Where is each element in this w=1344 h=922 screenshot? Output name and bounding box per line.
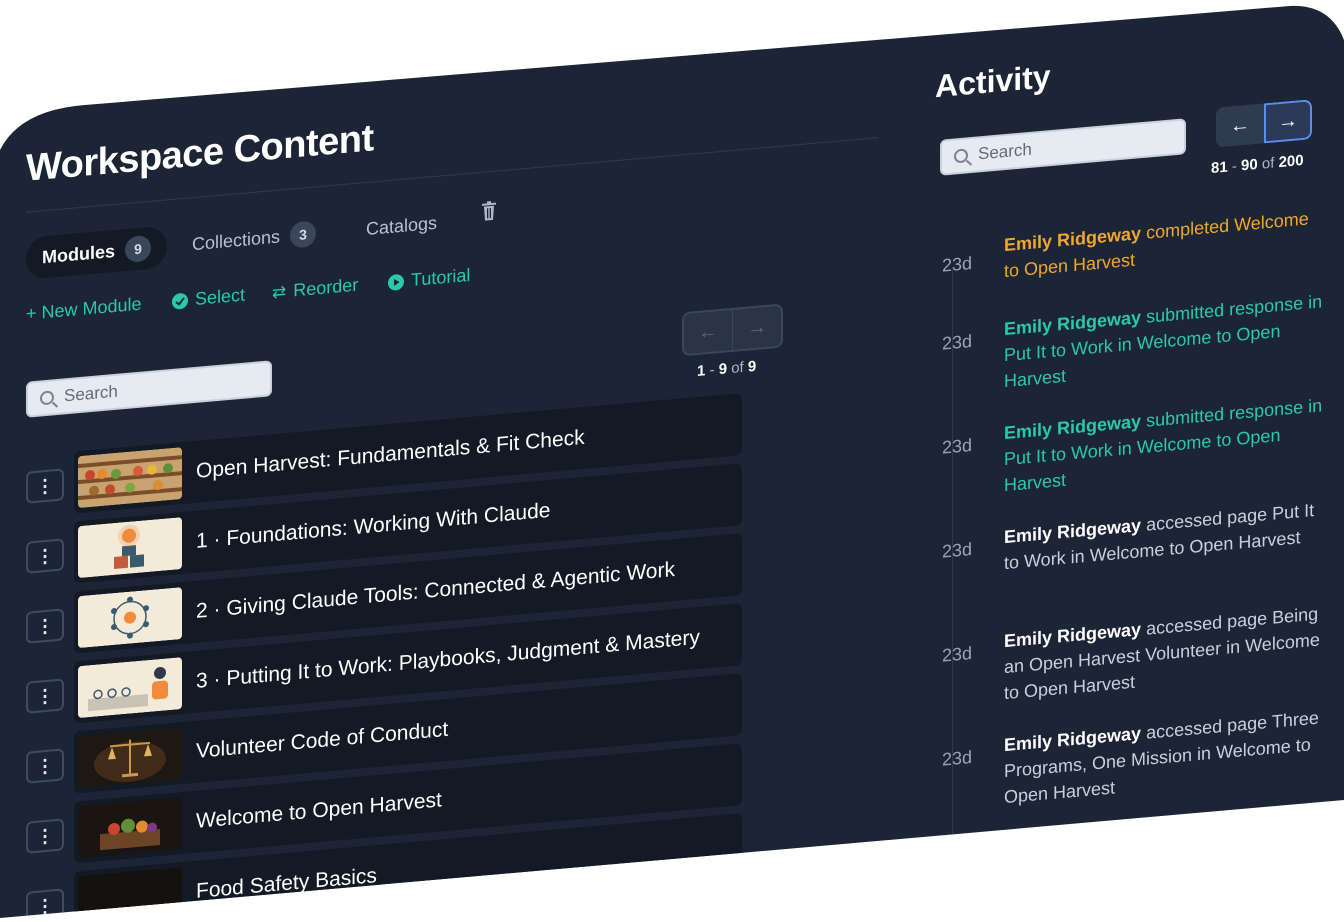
tab-modules[interactable]: Modules 9 — [26, 225, 167, 279]
module-thumbnail — [78, 447, 182, 508]
row-menu-button[interactable]: ⋮ — [26, 608, 64, 643]
tutorial-button[interactable]: Tutorial — [388, 265, 470, 293]
range-end: 9 — [718, 360, 728, 379]
range-start: 1 — [697, 362, 706, 381]
activity-item[interactable]: Emily Ridgeway accessed page Three Progr… — [1004, 704, 1324, 810]
activity-range: 81 - 90 of 200 — [1211, 151, 1304, 178]
range-of-label: of — [731, 358, 744, 378]
activity-search-input[interactable]: Search — [940, 118, 1186, 176]
module-title: 1 · Foundations: Working With Claude — [196, 498, 551, 553]
activity-age: 23d — [942, 642, 973, 666]
range-of-label: of — [1261, 154, 1275, 173]
activity-text: accessed page Being an Open Harvest Volu… — [1004, 603, 1320, 704]
activity-age: 23d — [942, 538, 973, 562]
tutorial-label: Tutorial — [411, 264, 471, 291]
prev-page-button[interactable]: ← — [684, 310, 733, 354]
module-pager: ← → — [682, 303, 783, 356]
activity-age: 23d — [942, 746, 973, 770]
next-page-button[interactable]: → — [733, 306, 781, 350]
activity-item[interactable]: Emily Ridgeway accessed page Being an Op… — [1004, 600, 1324, 706]
range-start: 81 — [1211, 158, 1228, 178]
module-title: Food Safety Basics — [196, 864, 377, 903]
more-vertical-icon: ⋮ — [36, 894, 54, 917]
tab-label: Modules — [42, 240, 116, 267]
trash-icon[interactable] — [481, 201, 497, 227]
activity-text: submitted response in Put It to Work in … — [1004, 395, 1323, 496]
module-thumbnail — [78, 587, 182, 648]
tilted-content: Workspace Content Modules 9 Collections … — [0, 0, 1344, 922]
swap-arrows-icon: ⇄ — [272, 281, 287, 302]
activity-age: 23d — [942, 330, 973, 354]
module-search-input[interactable]: Search — [26, 360, 272, 418]
select-button[interactable]: Select — [172, 285, 245, 312]
search-placeholder: Search — [64, 381, 118, 406]
new-module-label: + New Module — [26, 293, 142, 324]
tab-label: Catalogs — [366, 212, 438, 239]
activity-text: submitted response in Put It to Work in … — [1004, 291, 1323, 392]
activity-item[interactable]: Emily Ridgeway completed Welcome to Open… — [1004, 204, 1324, 284]
tab-count-badge: 9 — [125, 235, 151, 263]
arrow-right-icon: → — [747, 315, 767, 340]
reorder-button[interactable]: ⇄ Reorder — [272, 275, 358, 304]
more-vertical-icon: ⋮ — [36, 614, 54, 637]
activity-item[interactable]: Emily Ridgeway submitted response in Put… — [1004, 392, 1324, 498]
scene: Workspace Content Modules 9 Collections … — [0, 0, 1344, 922]
arrow-right-icon: → — [1278, 108, 1298, 133]
more-vertical-icon: ⋮ — [36, 474, 54, 497]
more-vertical-icon: ⋮ — [36, 754, 54, 777]
search-icon — [40, 390, 54, 405]
play-circle-icon — [388, 273, 404, 290]
select-label: Select — [195, 284, 246, 309]
activity-age: 23d — [942, 434, 973, 458]
tab-collections[interactable]: Collections 3 — [192, 212, 316, 265]
more-vertical-icon: ⋮ — [36, 824, 54, 847]
row-menu-button[interactable]: ⋮ — [26, 888, 64, 922]
module-thumbnail — [78, 867, 182, 922]
more-vertical-icon: ⋮ — [36, 544, 54, 567]
module-title: Welcome to Open Harvest — [196, 788, 442, 833]
row-menu-button[interactable]: ⋮ — [26, 818, 64, 853]
search-placeholder: Search — [978, 139, 1032, 164]
module-thumbnail — [78, 727, 182, 788]
row-menu-button[interactable]: ⋮ — [26, 678, 64, 713]
module-range: 1 - 9 of 9 — [697, 357, 757, 381]
app-panel: Workspace Content Modules 9 Collections … — [0, 0, 1344, 922]
page-title: Workspace Content — [26, 117, 374, 190]
row-menu-button[interactable]: ⋮ — [26, 468, 64, 503]
prev-page-button[interactable]: ← — [1216, 103, 1264, 147]
module-thumbnail — [78, 797, 182, 858]
arrow-left-icon: ← — [1230, 113, 1250, 137]
activity-title: Activity — [935, 58, 1051, 105]
activity-pager: ← → — [1216, 99, 1312, 147]
module-title: Volunteer Code of Conduct — [196, 717, 449, 763]
range-end: 90 — [1241, 155, 1258, 175]
new-module-button[interactable]: + New Module — [26, 294, 142, 325]
search-icon — [954, 148, 968, 163]
activity-item[interactable]: Emily Ridgeway accessed page Put It to W… — [1004, 496, 1324, 576]
row-menu-button[interactable]: ⋮ — [26, 538, 64, 573]
module-title: Open Harvest: Fundamentals & Fit Check — [196, 425, 585, 483]
activity-item[interactable]: Emily Ridgeway submitted response in Put… — [1004, 288, 1324, 394]
activity-text: accessed page Three Programs, One Missio… — [1004, 707, 1319, 808]
tab-catalogs[interactable]: Catalogs — [366, 202, 437, 250]
more-vertical-icon: ⋮ — [36, 684, 54, 707]
reorder-label: Reorder — [293, 274, 359, 301]
next-page-button[interactable]: → — [1264, 99, 1312, 143]
module-thumbnail — [78, 517, 182, 578]
row-menu-button[interactable]: ⋮ — [26, 748, 64, 783]
module-title: 2 · Giving Claude Tools: Connected & Age… — [196, 557, 675, 623]
check-circle-icon — [172, 292, 188, 309]
tab-label: Collections — [192, 225, 281, 254]
module-thumbnail — [78, 657, 182, 718]
tab-count-badge: 3 — [290, 220, 316, 248]
activity-age: 23d — [942, 252, 973, 276]
range-total: 9 — [747, 357, 757, 376]
arrow-left-icon: ← — [698, 319, 718, 344]
range-total: 200 — [1278, 151, 1304, 172]
